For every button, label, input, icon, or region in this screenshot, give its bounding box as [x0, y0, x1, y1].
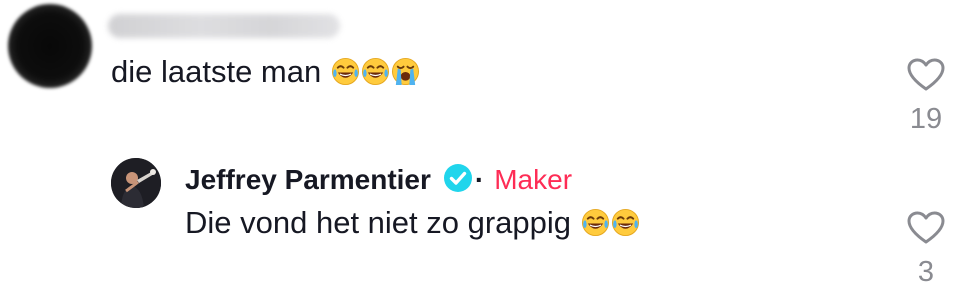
heart-icon[interactable]: [896, 211, 954, 245]
creator-badge: Maker: [494, 164, 573, 195]
loudly-crying-emoji-icon: [391, 57, 420, 86]
heart-icon[interactable]: [896, 58, 954, 92]
tears-of-joy-emoji-icon: [581, 208, 610, 237]
reply-text-row: Die vond het niet zo grappig: [185, 203, 640, 243]
tears-of-joy-emoji-icon: [611, 208, 640, 237]
like-count: 3: [917, 256, 935, 288]
avatar[interactable]: [8, 4, 92, 88]
avatar[interactable]: [111, 158, 161, 208]
comment-text-row: die laatste man: [111, 52, 420, 92]
reply-username[interactable]: Jeffrey Parmentier: [185, 164, 431, 196]
reply-header: Jeffrey Parmentier · Maker: [185, 160, 572, 200]
separator-dot: ·: [474, 164, 485, 195]
tears-of-joy-emoji-icon: [361, 57, 390, 86]
like-column: 3: [896, 211, 954, 289]
like-column: 19: [896, 58, 954, 136]
reply-text: Die vond het niet zo grappig: [185, 205, 572, 240]
verified-badge-icon: [443, 163, 473, 198]
tears-of-joy-emoji-icon: [331, 57, 360, 86]
comment-username-blurred[interactable]: [108, 14, 340, 38]
like-count: 19: [909, 103, 943, 135]
comment-text: die laatste man: [111, 54, 322, 89]
